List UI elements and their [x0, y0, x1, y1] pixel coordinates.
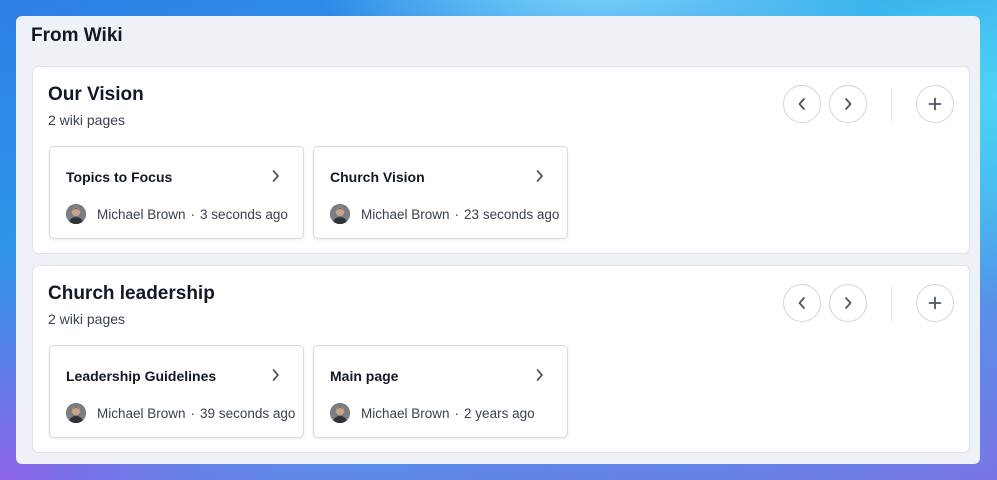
group-title: Church leadership — [48, 283, 215, 304]
author-name: Michael Brown — [361, 206, 450, 222]
author-name: Michael Brown — [97, 206, 186, 222]
wiki-page-title: Topics to Focus — [66, 169, 173, 185]
author-name: Michael Brown — [361, 405, 450, 421]
chevron-right-icon — [845, 98, 852, 110]
wiki-group-our-vision: Our Vision 2 wiki pages Topics to Focus … — [32, 66, 970, 254]
group-page-count: 2 wiki pages — [48, 112, 126, 128]
author-name: Michael Brown — [97, 405, 186, 421]
updated-time: 2 years ago — [464, 405, 535, 421]
add-page-button[interactable] — [916, 284, 954, 322]
wiki-page-title: Main page — [330, 368, 399, 384]
wiki-page-title: Leadership Guidelines — [66, 368, 217, 384]
divider — [891, 88, 892, 122]
wiki-group-church-leadership: Church leadership 2 wiki pages Leadershi… — [32, 265, 970, 453]
chevron-right-icon — [533, 368, 545, 382]
chevron-left-icon — [798, 98, 805, 110]
updated-time: 39 seconds ago — [200, 405, 296, 421]
wiki-page-meta: Michael Brown · 23 seconds ago — [330, 203, 559, 225]
user-avatar — [66, 403, 86, 423]
group-page-count: 2 wiki pages — [48, 311, 126, 327]
group-title: Our Vision — [48, 84, 144, 105]
meta-separator: · — [454, 206, 460, 222]
chevron-right-icon — [533, 169, 545, 183]
add-page-button[interactable] — [916, 85, 954, 123]
meta-separator: · — [190, 206, 196, 222]
plus-icon — [928, 296, 942, 310]
wiki-page-title: Church Vision — [330, 169, 425, 185]
chevron-left-icon — [798, 297, 805, 309]
user-avatar — [66, 204, 86, 224]
wiki-page-meta: Michael Brown · 39 seconds ago — [66, 402, 295, 424]
wiki-page-meta: Michael Brown · 3 seconds ago — [66, 203, 288, 225]
wiki-page-card[interactable]: Church Vision Michael Brown · 23 seconds… — [313, 146, 568, 239]
wiki-page-meta: Michael Brown · 2 years ago — [330, 402, 535, 424]
meta-separator: · — [190, 405, 196, 421]
divider — [891, 287, 892, 321]
next-button[interactable] — [829, 85, 867, 123]
previous-button[interactable] — [783, 284, 821, 322]
next-button[interactable] — [829, 284, 867, 322]
wiki-page-card[interactable]: Leadership Guidelines Michael Brown · 39… — [49, 345, 304, 438]
chevron-right-icon — [269, 169, 281, 183]
wiki-page-card[interactable]: Main page Michael Brown · 2 years ago — [313, 345, 568, 438]
user-avatar — [330, 403, 350, 423]
updated-time: 3 seconds ago — [200, 206, 288, 222]
plus-icon — [928, 97, 942, 111]
chevron-right-icon — [269, 368, 281, 382]
previous-button[interactable] — [783, 85, 821, 123]
wiki-page-card[interactable]: Topics to Focus Michael Brown · 3 second… — [49, 146, 304, 239]
updated-time: 23 seconds ago — [464, 206, 560, 222]
wiki-panel: From Wiki Our Vision 2 wiki pages Topics… — [16, 16, 980, 464]
user-avatar — [330, 204, 350, 224]
chevron-right-icon — [845, 297, 852, 309]
meta-separator: · — [454, 405, 460, 421]
panel-title: From Wiki — [31, 25, 123, 46]
